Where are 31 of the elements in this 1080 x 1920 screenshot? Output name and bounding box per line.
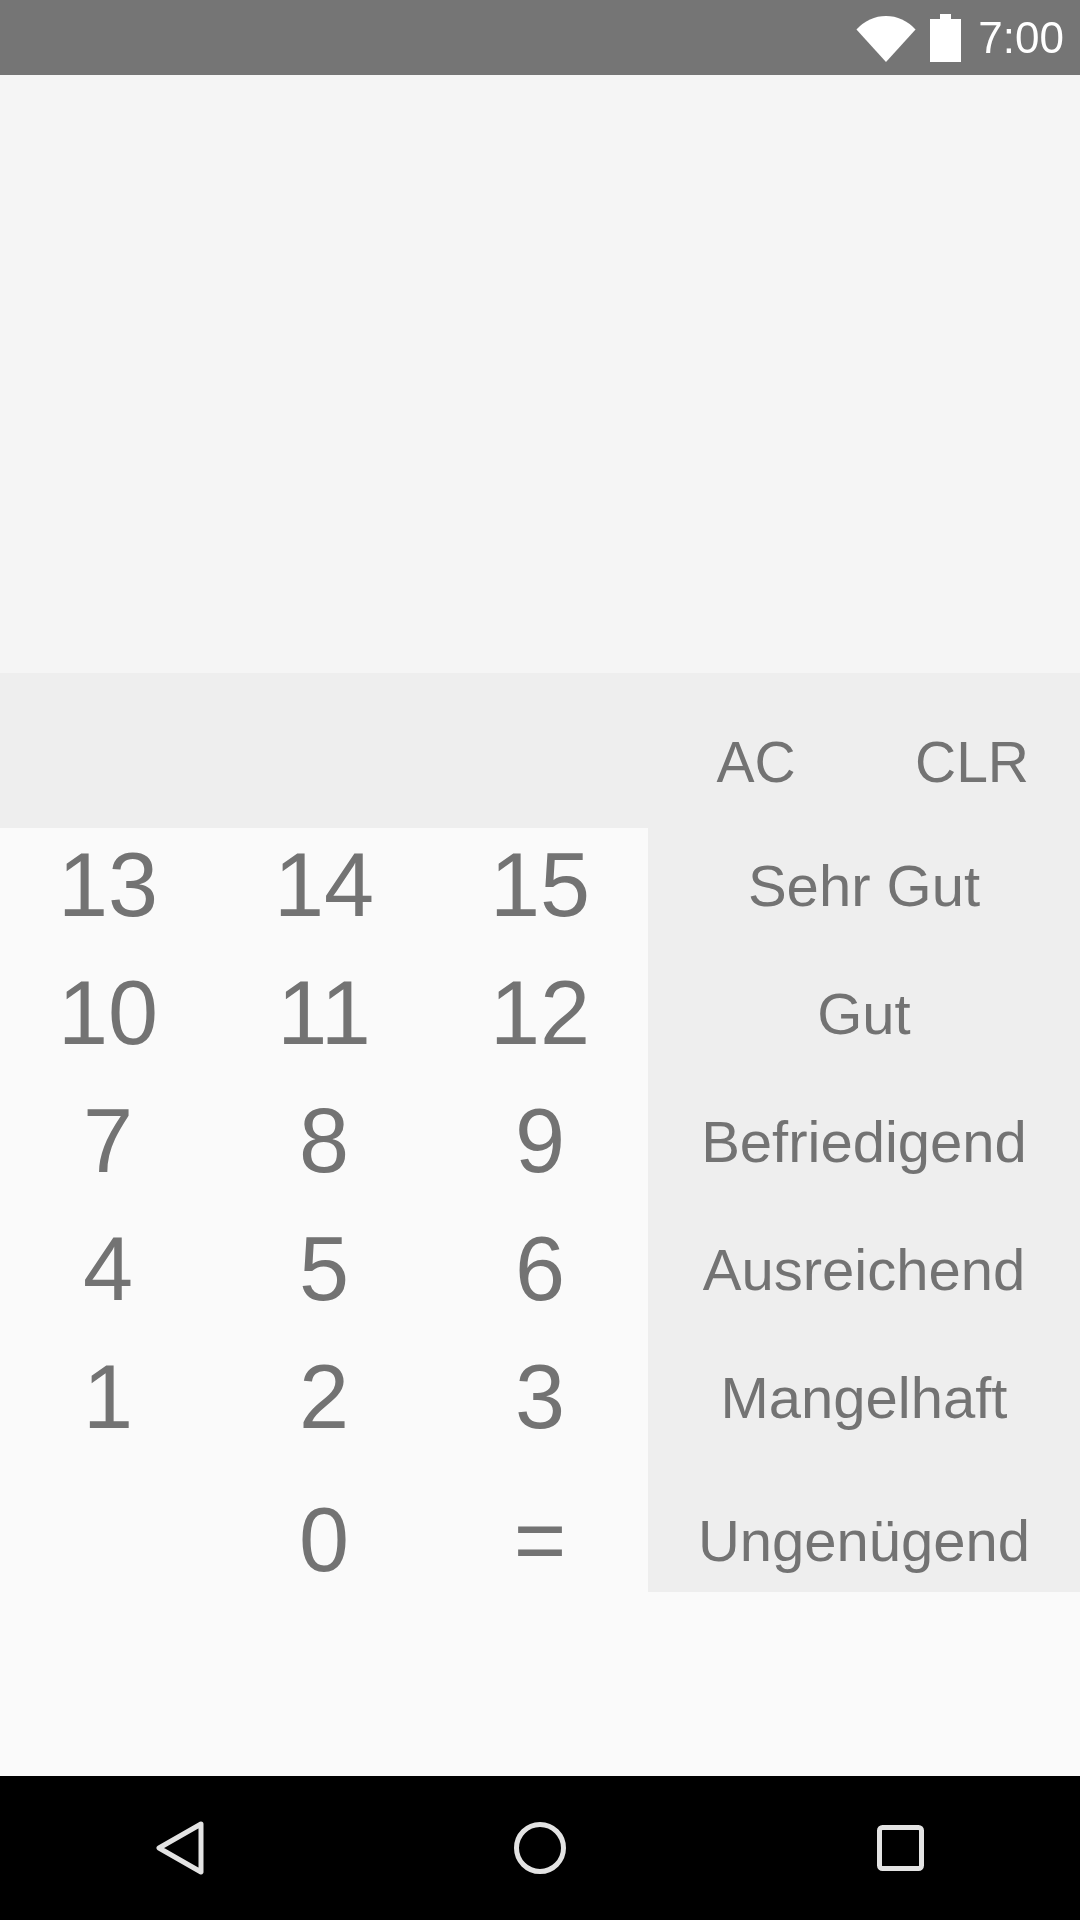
function-key[interactable]: CLR xyxy=(864,673,1080,828)
grade-key[interactable]: Ausreichend xyxy=(648,1212,1080,1340)
number-key[interactable]: 7 xyxy=(0,1084,216,1212)
function-key[interactable]: AC xyxy=(648,673,864,828)
battery-icon xyxy=(930,13,962,62)
number-key[interactable]: 3 xyxy=(432,1340,648,1468)
home-icon[interactable] xyxy=(514,1822,566,1874)
grade-key[interactable]: Ungenügend xyxy=(648,1468,1080,1592)
number-key[interactable]: 6 xyxy=(432,1212,648,1340)
back-icon[interactable] xyxy=(156,1821,204,1875)
number-key[interactable]: 14 xyxy=(216,828,432,956)
number-key[interactable]: 5 xyxy=(216,1212,432,1340)
number-key[interactable]: 8 xyxy=(216,1084,432,1212)
number-key[interactable]: 1 xyxy=(0,1340,216,1468)
number-key[interactable]: 12 xyxy=(432,956,648,1084)
number-key[interactable]: 0 xyxy=(216,1468,432,1592)
number-key[interactable]: 10 xyxy=(0,956,216,1084)
number-key[interactable]: 2 xyxy=(216,1340,432,1468)
number-key[interactable]: 9 xyxy=(432,1084,648,1212)
grade-key[interactable]: Sehr Gut xyxy=(648,828,1080,956)
recent-apps-icon[interactable] xyxy=(876,1825,924,1871)
grade-key[interactable]: Mangelhaft xyxy=(648,1340,1080,1468)
number-key[interactable]: 13 xyxy=(0,828,216,956)
grade-key[interactable]: Befriedigend xyxy=(648,1084,1080,1212)
number-key[interactable]: = xyxy=(432,1468,648,1592)
wifi-icon xyxy=(856,15,917,62)
number-key[interactable]: 4 xyxy=(0,1212,216,1340)
number-key[interactable]: 11 xyxy=(216,956,432,1084)
clock-time: 7:00 xyxy=(978,12,1064,63)
number-key[interactable]: 15 xyxy=(432,828,648,956)
grade-key[interactable]: Gut xyxy=(648,956,1080,1084)
